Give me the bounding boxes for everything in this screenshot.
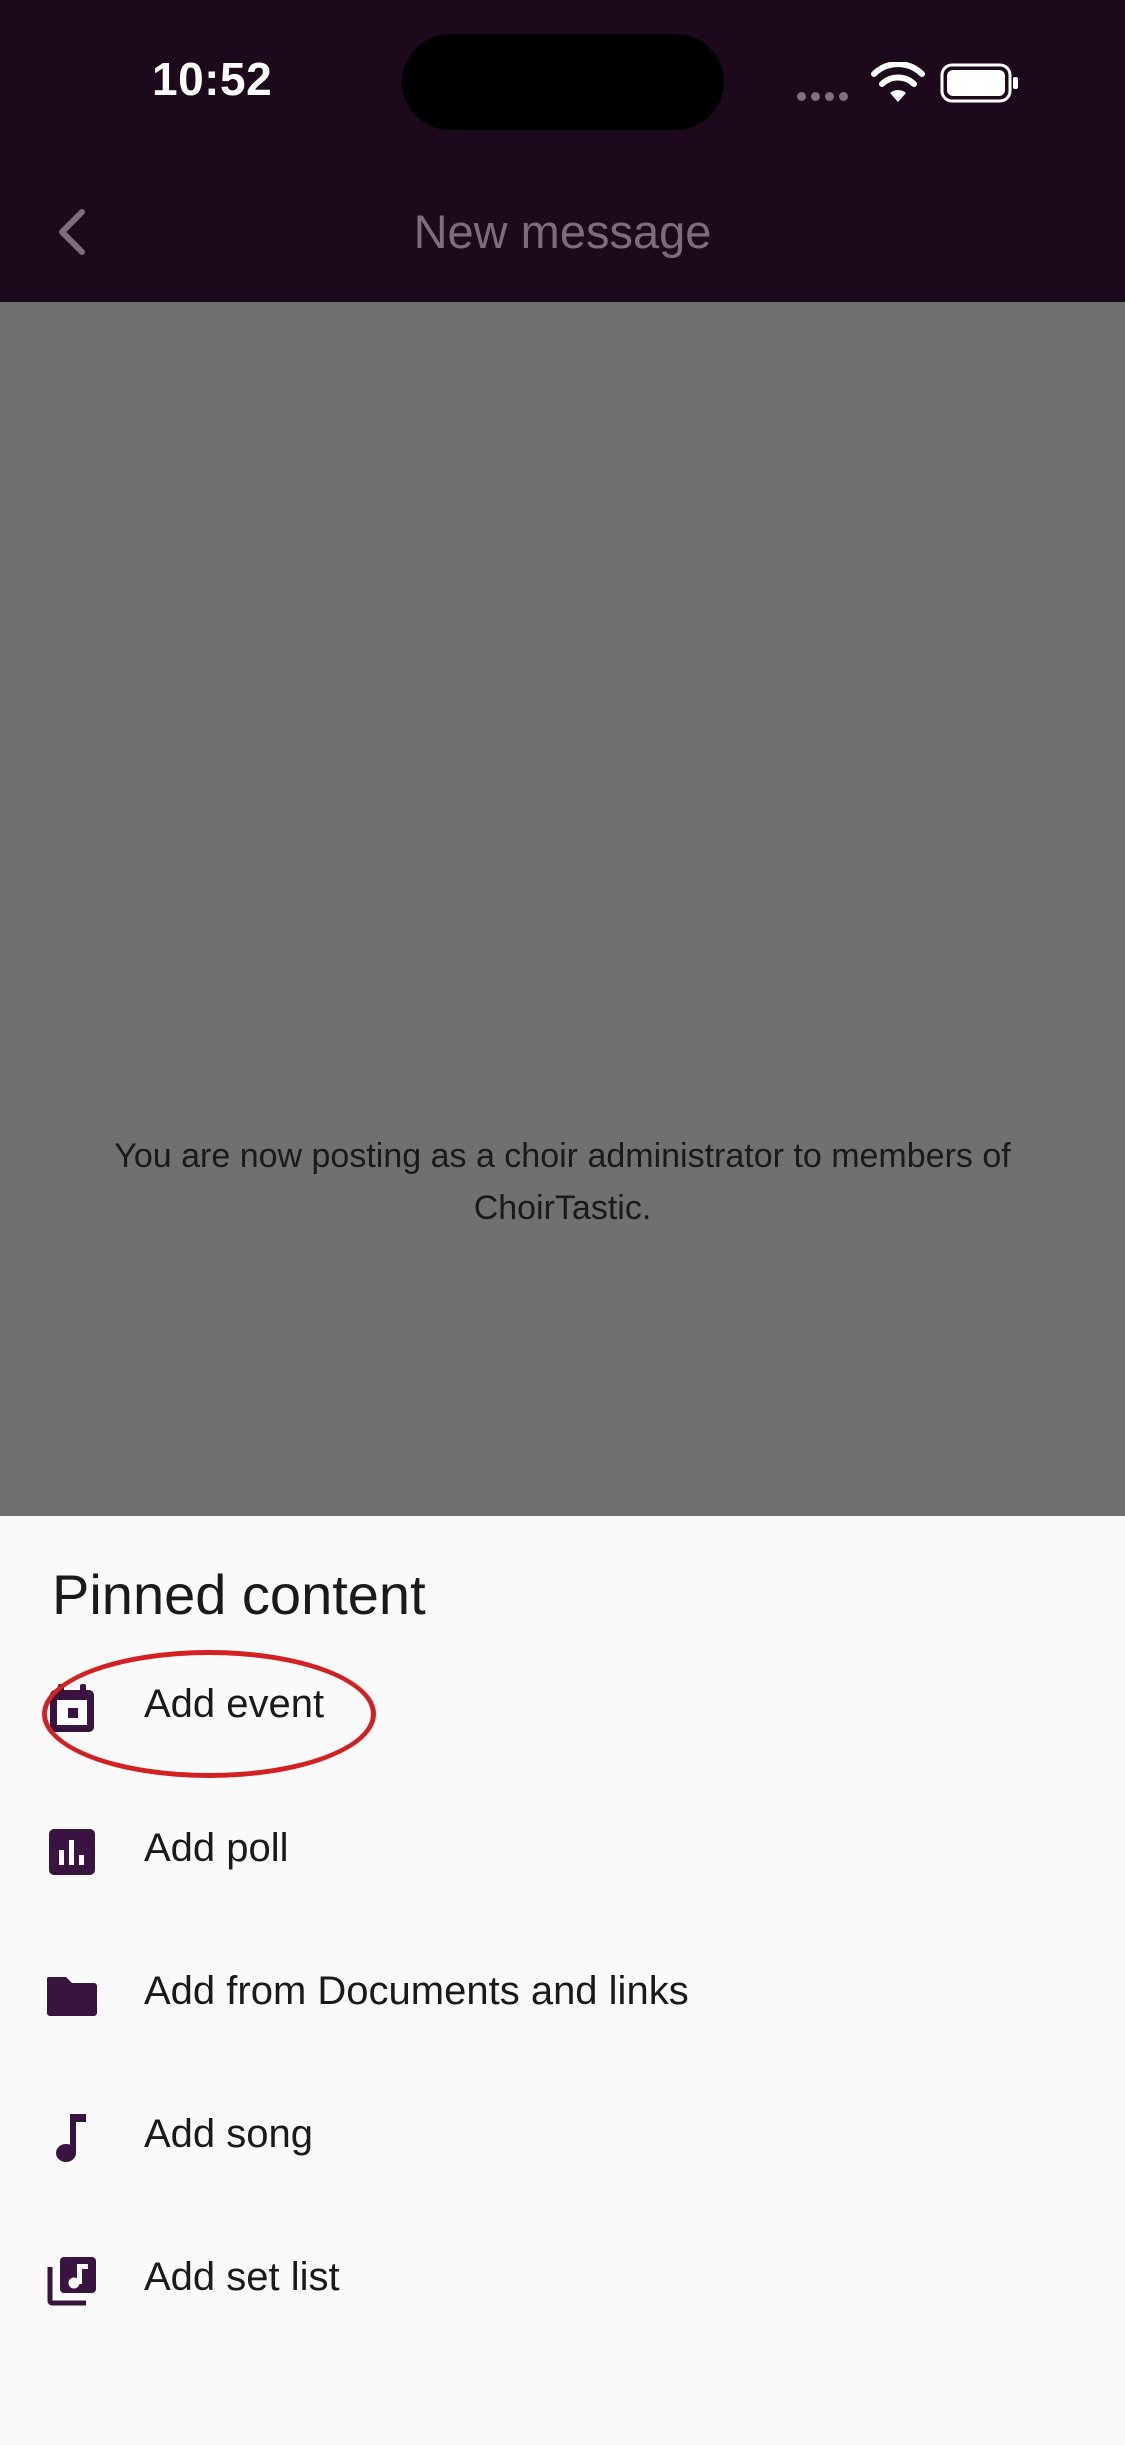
pinned-content-sheet: Pinned content Add event Add poll Add fr… [0, 1516, 1125, 2445]
item-label: Add set list [144, 2255, 340, 2299]
message-content-area: You are now posting as a choir administr… [0, 302, 1125, 1516]
battery-icon [940, 62, 1020, 109]
sheet-title: Pinned content [52, 1563, 426, 1626]
item-label: Add song [144, 2112, 314, 2156]
annotation-circle [42, 1650, 376, 1778]
music-note-icon [44, 2110, 100, 2166]
poll-chart-icon [44, 1824, 100, 1880]
dynamic-island [402, 34, 724, 130]
add-set-list-item[interactable]: Add set list [0, 2209, 1125, 2349]
admin-notice: You are now posting as a choir administr… [114, 1137, 1011, 1227]
add-poll-item[interactable]: Add poll [0, 1780, 1125, 1920]
cellular-signal-icon [797, 88, 853, 106]
item-label: Add from Documents and links [144, 1969, 689, 2013]
wifi-icon [870, 61, 926, 109]
item-label: Add poll [144, 1826, 289, 1870]
page-title: New message [413, 205, 712, 258]
app-bar: New message [0, 160, 1125, 302]
status-time: 10:52 [152, 53, 273, 105]
music-library-icon [44, 2253, 100, 2309]
status-bar: 10:52 [0, 0, 1125, 160]
add-documents-item[interactable]: Add from Documents and links [0, 1923, 1125, 2063]
add-song-item[interactable]: Add song [0, 2066, 1125, 2206]
folder-icon [44, 1967, 100, 2023]
